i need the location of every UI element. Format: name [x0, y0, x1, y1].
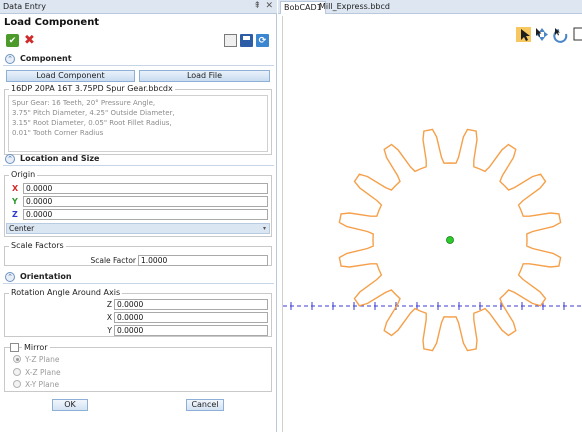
rotation-x-label: X: [106, 313, 112, 322]
mirror-xy-label: X-Y Plane: [25, 380, 60, 389]
section-orientation-label: Orientation: [20, 272, 72, 281]
cancel-x-icon[interactable]: ✖: [23, 33, 36, 48]
cancel-button[interactable]: Cancel: [186, 399, 224, 411]
description-line: Spur Gear: 16 Teeth, 20° Pressure Angle,: [12, 99, 156, 107]
rotation-z-label: Z: [106, 300, 112, 309]
ok-button[interactable]: OK: [52, 399, 88, 411]
anchor-select-value: Center: [9, 224, 35, 233]
data-entry-panel: Data Entry ⇞ ✕ Load Component ✔ ✖ ⟳ ⌃ Co…: [0, 0, 277, 432]
scale-factor-input[interactable]: 1.0000: [138, 255, 268, 266]
chevron-down-icon: ▾: [262, 225, 266, 232]
pin-icon[interactable]: ⇞: [253, 1, 261, 11]
mirror-xy-radio[interactable]: [13, 380, 21, 388]
description-line: 3.15" Root Diameter, 0.05" Root Fillet R…: [12, 119, 172, 127]
origin-x-label: X: [12, 184, 19, 193]
refresh-icon[interactable]: ⟳: [256, 34, 269, 47]
component-description: Spur Gear: 16 Teeth, 20° Pressure Angle,…: [8, 95, 268, 152]
section-orientation[interactable]: ⌃ Orientation: [3, 270, 274, 284]
rotation-y-input[interactable]: 0.0000: [114, 325, 268, 336]
origin-y-input[interactable]: 0.0000: [23, 196, 268, 207]
rotation-y-label: Y: [107, 326, 112, 335]
origin-legend: Origin: [9, 170, 38, 179]
viewport-canvas[interactable]: [283, 16, 582, 432]
load-file-button[interactable]: Load File: [139, 70, 270, 82]
scale-legend: Scale Factors: [9, 241, 66, 250]
apply-check-icon[interactable]: ✔: [6, 34, 19, 47]
rotation-z-input[interactable]: 0.0000: [114, 299, 268, 310]
save-icon[interactable]: [240, 34, 253, 47]
tab-mill-express[interactable]: Mill_Express.bbcd: [316, 1, 393, 14]
section-location-label: Location and Size: [20, 154, 100, 163]
file-name-label: 16DP 20PA 16T 3.75PD Spur Gear.bbcdx: [9, 84, 175, 93]
origin-y-label: Y: [12, 197, 18, 206]
select-tool-icon[interactable]: [516, 27, 531, 42]
page-title: Load Component: [4, 17, 100, 28]
mirror-yz-label: Y-Z Plane: [25, 355, 60, 364]
gear-center-point[interactable]: [446, 236, 454, 244]
anchor-select[interactable]: Center ▾: [6, 223, 270, 234]
section-component-label: Component: [20, 54, 72, 63]
mirror-xz-radio[interactable]: [13, 368, 21, 376]
copy-icon[interactable]: [224, 34, 237, 47]
collapse-chevron-icon[interactable]: ⌃: [5, 153, 15, 164]
document-tabs: BobCAD1 Mill_Express.bbcd: [278, 0, 582, 14]
rotate-view-icon[interactable]: [553, 28, 568, 43]
cad-viewport[interactable]: [282, 16, 582, 432]
description-line: 3.75" Pitch Diameter, 4.25" Outside Diam…: [12, 109, 175, 117]
section-location-size[interactable]: ⌃ Location and Size: [3, 152, 274, 166]
section-component[interactable]: ⌃ Component: [3, 52, 274, 66]
mirror-xz-label: X-Z Plane: [25, 368, 61, 377]
load-component-button[interactable]: Load Component: [6, 70, 135, 82]
mirror-yz-radio[interactable]: [13, 355, 21, 363]
rotation-x-input[interactable]: 0.0000: [114, 312, 268, 323]
collapse-chevron-icon[interactable]: ⌃: [5, 271, 15, 282]
viewport-menu-icon[interactable]: [573, 27, 582, 41]
description-line: 0.01" Tooth Corner Radius: [12, 129, 104, 137]
close-icon[interactable]: ✕: [265, 1, 273, 11]
mirror-label: Mirror: [22, 343, 50, 352]
origin-x-input[interactable]: 0.0000: [23, 183, 268, 194]
panel-title: Data Entry: [3, 2, 46, 11]
pan-tool-icon[interactable]: [536, 28, 548, 41]
origin-z-input[interactable]: 0.0000: [23, 209, 268, 220]
mirror-checkbox[interactable]: [10, 343, 19, 352]
panel-titlebar: Data Entry ⇞ ✕: [0, 0, 277, 14]
scale-factor-label: Scale Factor: [90, 256, 136, 265]
origin-z-label: Z: [12, 210, 18, 219]
collapse-chevron-icon[interactable]: ⌃: [5, 53, 15, 64]
rotation-legend: Rotation Angle Around Axis: [9, 288, 123, 297]
